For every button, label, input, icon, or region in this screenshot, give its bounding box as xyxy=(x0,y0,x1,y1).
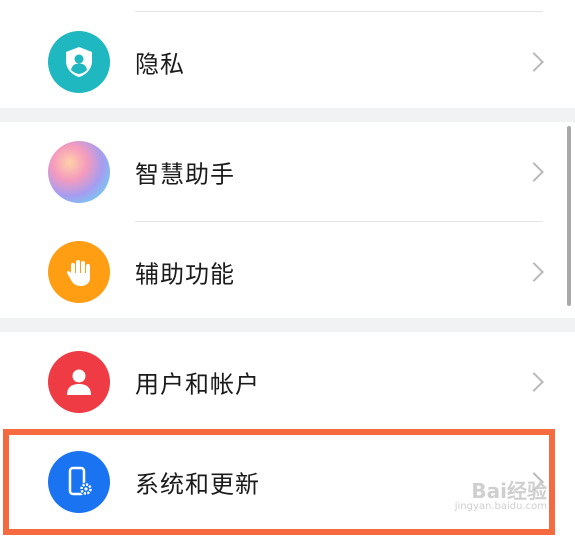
settings-group-privacy: 隐私 xyxy=(0,0,575,108)
privacy-shield-icon xyxy=(48,31,110,93)
baidu-watermark: Bai经验 jingyan.baidu.com xyxy=(455,475,547,512)
assistant-orb-icon xyxy=(48,141,110,203)
scrollbar[interactable] xyxy=(567,126,571,306)
settings-screen: 隐私 智慧助手 辅助功能 用户和帐户 系统和更新 Bai经验 jingyan.b… xyxy=(0,0,575,546)
settings-group-account: 用户和帐户 系统和更新 xyxy=(0,332,575,546)
settings-item-label: 智慧助手 xyxy=(135,160,235,189)
watermark-url: jingyan.baidu.com xyxy=(454,501,547,512)
chevron-right-icon xyxy=(524,372,544,392)
settings-item-label: 隐私 xyxy=(135,50,185,79)
settings-item-label: 系统和更新 xyxy=(135,470,260,499)
hand-icon xyxy=(48,241,110,303)
settings-item-accessibility[interactable]: 辅助功能 xyxy=(0,222,575,322)
settings-item-privacy[interactable]: 隐私 xyxy=(0,12,575,112)
settings-group-assistant: 智慧助手 辅助功能 xyxy=(0,122,575,318)
user-icon xyxy=(48,351,110,413)
settings-item-users-accounts[interactable]: 用户和帐户 xyxy=(0,332,575,432)
chevron-right-icon xyxy=(524,52,544,72)
settings-item-label: 辅助功能 xyxy=(135,260,235,289)
chevron-right-icon xyxy=(524,162,544,182)
watermark-logo: Bai经验 xyxy=(471,479,547,503)
system-phone-icon xyxy=(48,451,110,513)
settings-item-label: 用户和帐户 xyxy=(135,370,260,399)
settings-item-assistant[interactable]: 智慧助手 xyxy=(0,122,575,222)
chevron-right-icon xyxy=(524,262,544,282)
